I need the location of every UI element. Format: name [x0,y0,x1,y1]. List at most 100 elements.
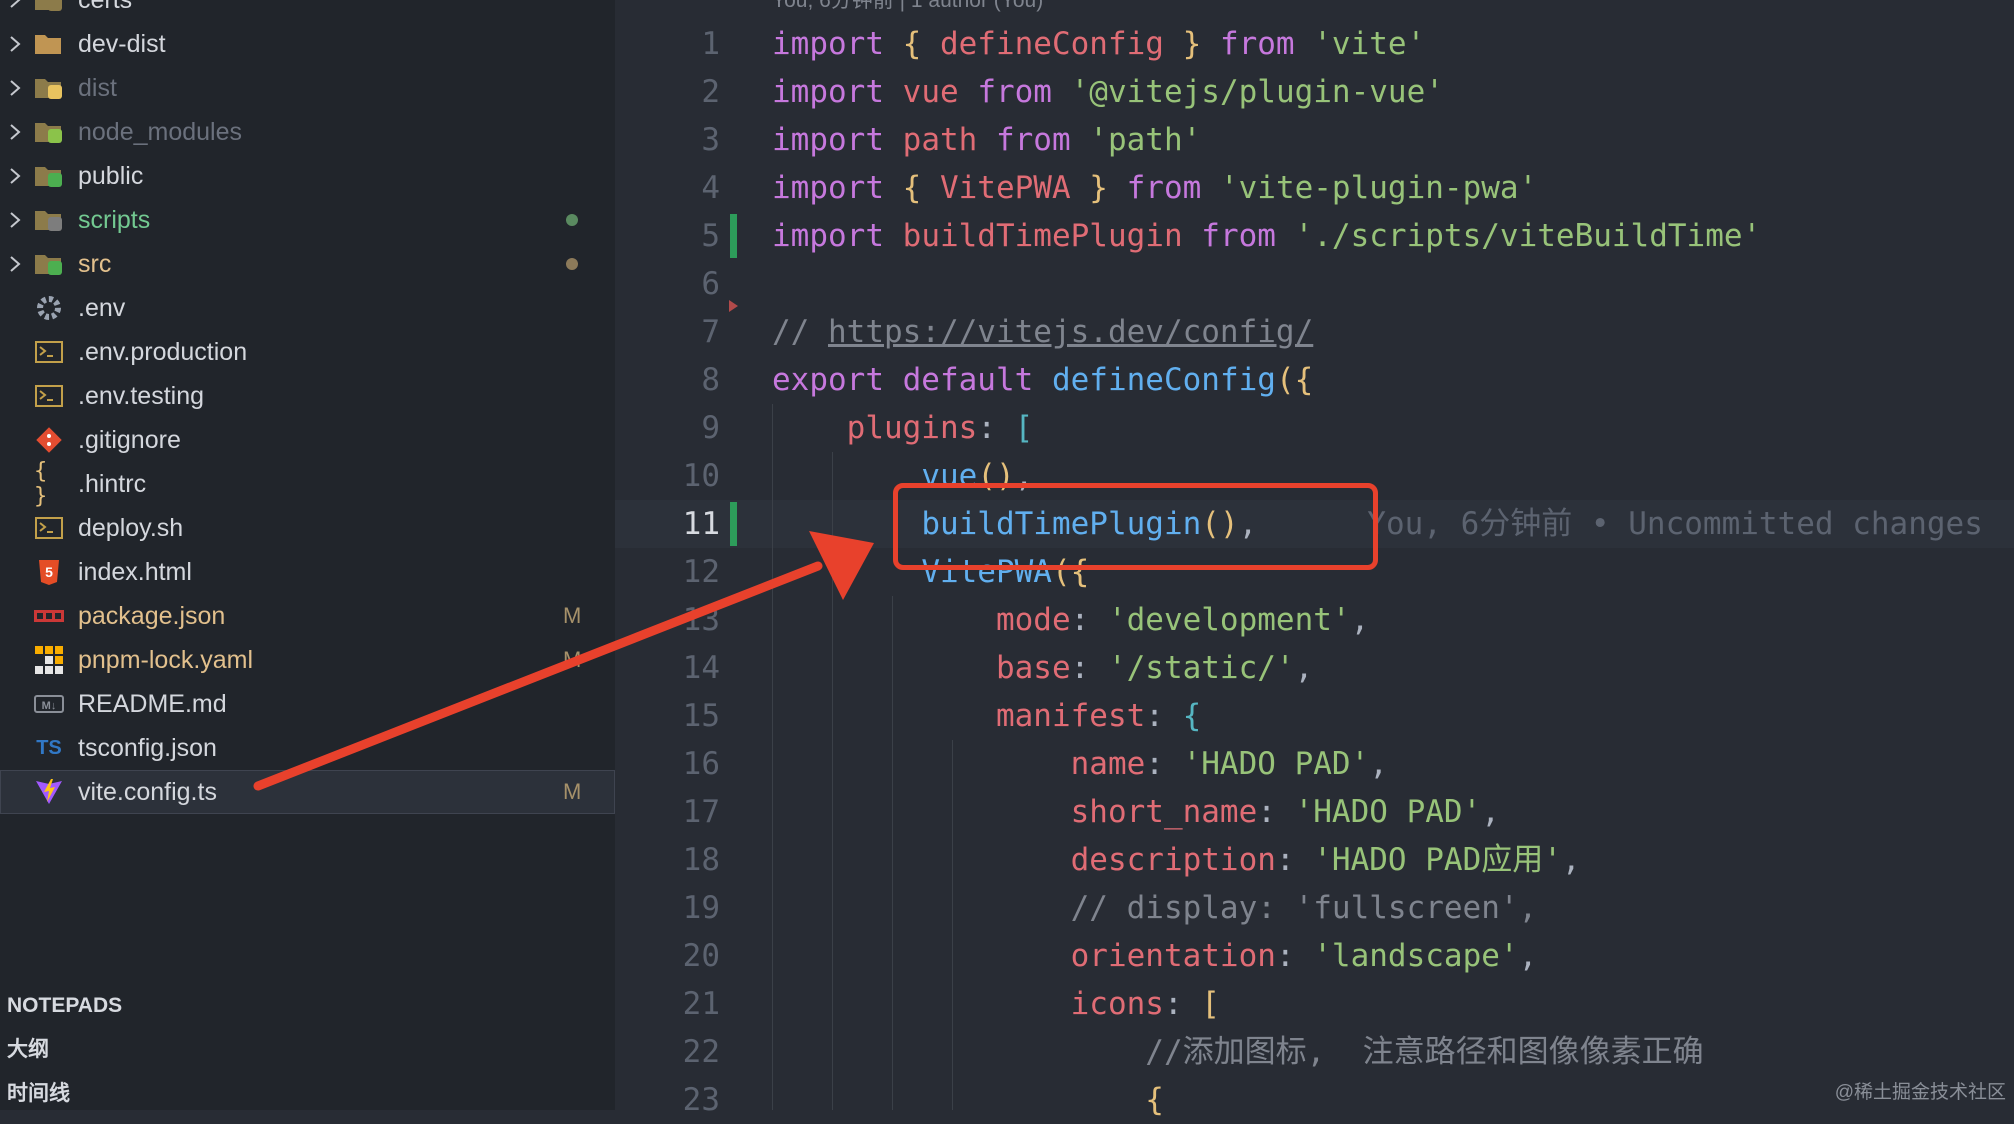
code-token: , [1369,746,1388,782]
code-text: //添加图标, 注意路径和图像像素正确 [772,1028,1703,1076]
code-line[interactable]: 21 icons: [ [615,980,2014,1028]
tree-item[interactable]: 5 index.html [0,550,615,594]
tree-item-label: .env.production [78,337,248,366]
line-number: 20 [682,938,720,974]
code-line[interactable]: 5 import buildTimePlugin from './scripts/… [615,212,2014,260]
tree-item[interactable]: .env.production [0,330,615,374]
tree-item[interactable]: vite.config.ts M [0,770,615,814]
chevron-right-icon[interactable] [4,154,26,198]
code-token: : [1070,650,1108,686]
code-token: path [902,122,978,158]
code-token: , [1561,842,1581,878]
code-line[interactable]: 2 import vue from '@vitejs/plugin-vue' [615,68,2014,116]
code-line[interactable]: 19 // display: 'fullscreen', [615,884,2014,932]
chevron-right-icon[interactable] [4,198,26,242]
code-line[interactable]: 9 plugins: [ [615,404,2014,452]
chevron-right-icon[interactable] [4,0,26,22]
tree-item[interactable]: pnpm-lock.yaml M [0,638,615,682]
terminal-icon [34,337,64,367]
git-status-badge: M [563,779,582,804]
code-token: : [1275,938,1314,974]
tree-item[interactable]: package.json M [0,594,615,638]
code-line[interactable]: 16 name: 'HADO PAD', [615,740,2014,788]
tree-item[interactable]: node_modules [0,110,615,154]
code-line[interactable]: 4 import { VitePWA } from 'vite-plugin-pw… [615,164,2014,212]
tree-item[interactable]: { } .hintrc [0,459,615,509]
code-token: } [1163,26,1202,62]
tree-item[interactable]: deploy.sh [0,506,615,550]
code-line[interactable]: 17 short_name: 'HADO PAD', [615,788,2014,836]
line-number: 6 [701,266,720,302]
code-text: // https://vitejs.dev/config/ [772,308,1313,356]
tree-item[interactable]: certs [0,0,615,22]
folder-icon [34,29,64,59]
npm-icon [34,601,64,631]
code-line[interactable]: 6 [615,260,2014,308]
code-line[interactable]: 18 description: 'HADO PAD应用', [615,836,2014,884]
line-number: 4 [701,170,720,206]
tree-item[interactable]: .gitignore [0,418,615,462]
code-token: : [1275,842,1314,878]
code-token: , [1518,938,1538,974]
tree-item[interactable]: src [0,242,615,286]
codelens-author[interactable]: You, 6分钟前 | 1 author (You) [772,0,1043,14]
tree-item[interactable]: public [0,154,615,198]
code-line[interactable]: 15 manifest: { [615,692,2014,740]
tree-item[interactable]: scripts [0,198,615,242]
code-line[interactable]: 14 base: '/static/', [615,644,2014,692]
tree-item[interactable]: .env.testing [0,374,615,418]
tree-item-label: package.json [78,601,226,630]
tree-item-label: deploy.sh [78,513,184,542]
code-token: defineConfig [939,26,1164,62]
tree-item[interactable]: dev-dist [0,22,615,66]
fold-marker-icon[interactable] [729,300,738,312]
chevron-right-icon[interactable] [4,66,26,110]
tree-item[interactable]: dist [0,66,615,110]
panel-outline[interactable]: 大纲 [0,1028,615,1072]
file-explorer-tree: certs dev-dist dist node_modulespublic scrip… [0,0,615,814]
git-added-gutter-mark [730,214,737,258]
tree-item[interactable]: TS tsconfig.json [0,726,615,770]
tree-item[interactable]: M↓ README.md [0,682,615,726]
panel-notepads[interactable]: NOTEPADS [0,984,615,1028]
panel-timeline[interactable]: 时间线 [0,1072,615,1110]
code-line[interactable]: 20 orientation: 'landscape', [615,932,2014,980]
code-line[interactable]: 3 import path from 'path' [615,116,2014,164]
code-token: 'vite' [1313,26,1426,62]
code-line[interactable]: 7 // https://vitejs.dev/config/ [615,308,2014,356]
markdown-icon: M↓ [34,689,64,719]
code-token: import [772,122,903,158]
code-line[interactable]: 13 mode: 'development', [615,596,2014,644]
code-line[interactable]: 23 { [615,1076,2014,1124]
code-token: defineConfig [1051,362,1276,398]
code-line[interactable]: 8 export default defineConfig({ [615,356,2014,404]
git-blame-annotation: You, 6分钟前 • Uncommitted changes [1367,506,1983,542]
chevron-right-icon[interactable] [4,110,26,154]
folder-node-icon [34,117,64,147]
code-token: , [1294,650,1314,686]
chevron-right-icon[interactable] [4,242,26,286]
code-line[interactable]: 1 import { defineConfig } from 'vite' [615,20,2014,68]
code-token: 'landscape' [1313,938,1519,974]
line-number: 10 [682,458,720,494]
code-text: plugins: [ [772,404,1034,452]
folder-cert-icon [34,0,64,15]
tree-item-label: .gitignore [78,425,181,454]
code-token: '/static/' [1107,650,1295,686]
code-token: from [958,74,1071,110]
line-number: 9 [701,410,720,446]
line-number: 22 [682,1034,720,1070]
chevron-right-icon[interactable] [4,22,26,66]
tree-item[interactable]: .env [0,286,615,330]
vite-icon [34,777,64,807]
code-token: vue [902,74,959,110]
code-line[interactable]: 22 //添加图标, 注意路径和图像像素正确 [615,1028,2014,1076]
line-number: 5 [701,218,720,254]
git-status-badge: M [563,647,582,672]
tree-item-label: public [78,161,144,190]
code-token: mode [995,602,1071,638]
code-token: orientation [1070,938,1276,974]
git-status-badge: M [563,603,582,628]
